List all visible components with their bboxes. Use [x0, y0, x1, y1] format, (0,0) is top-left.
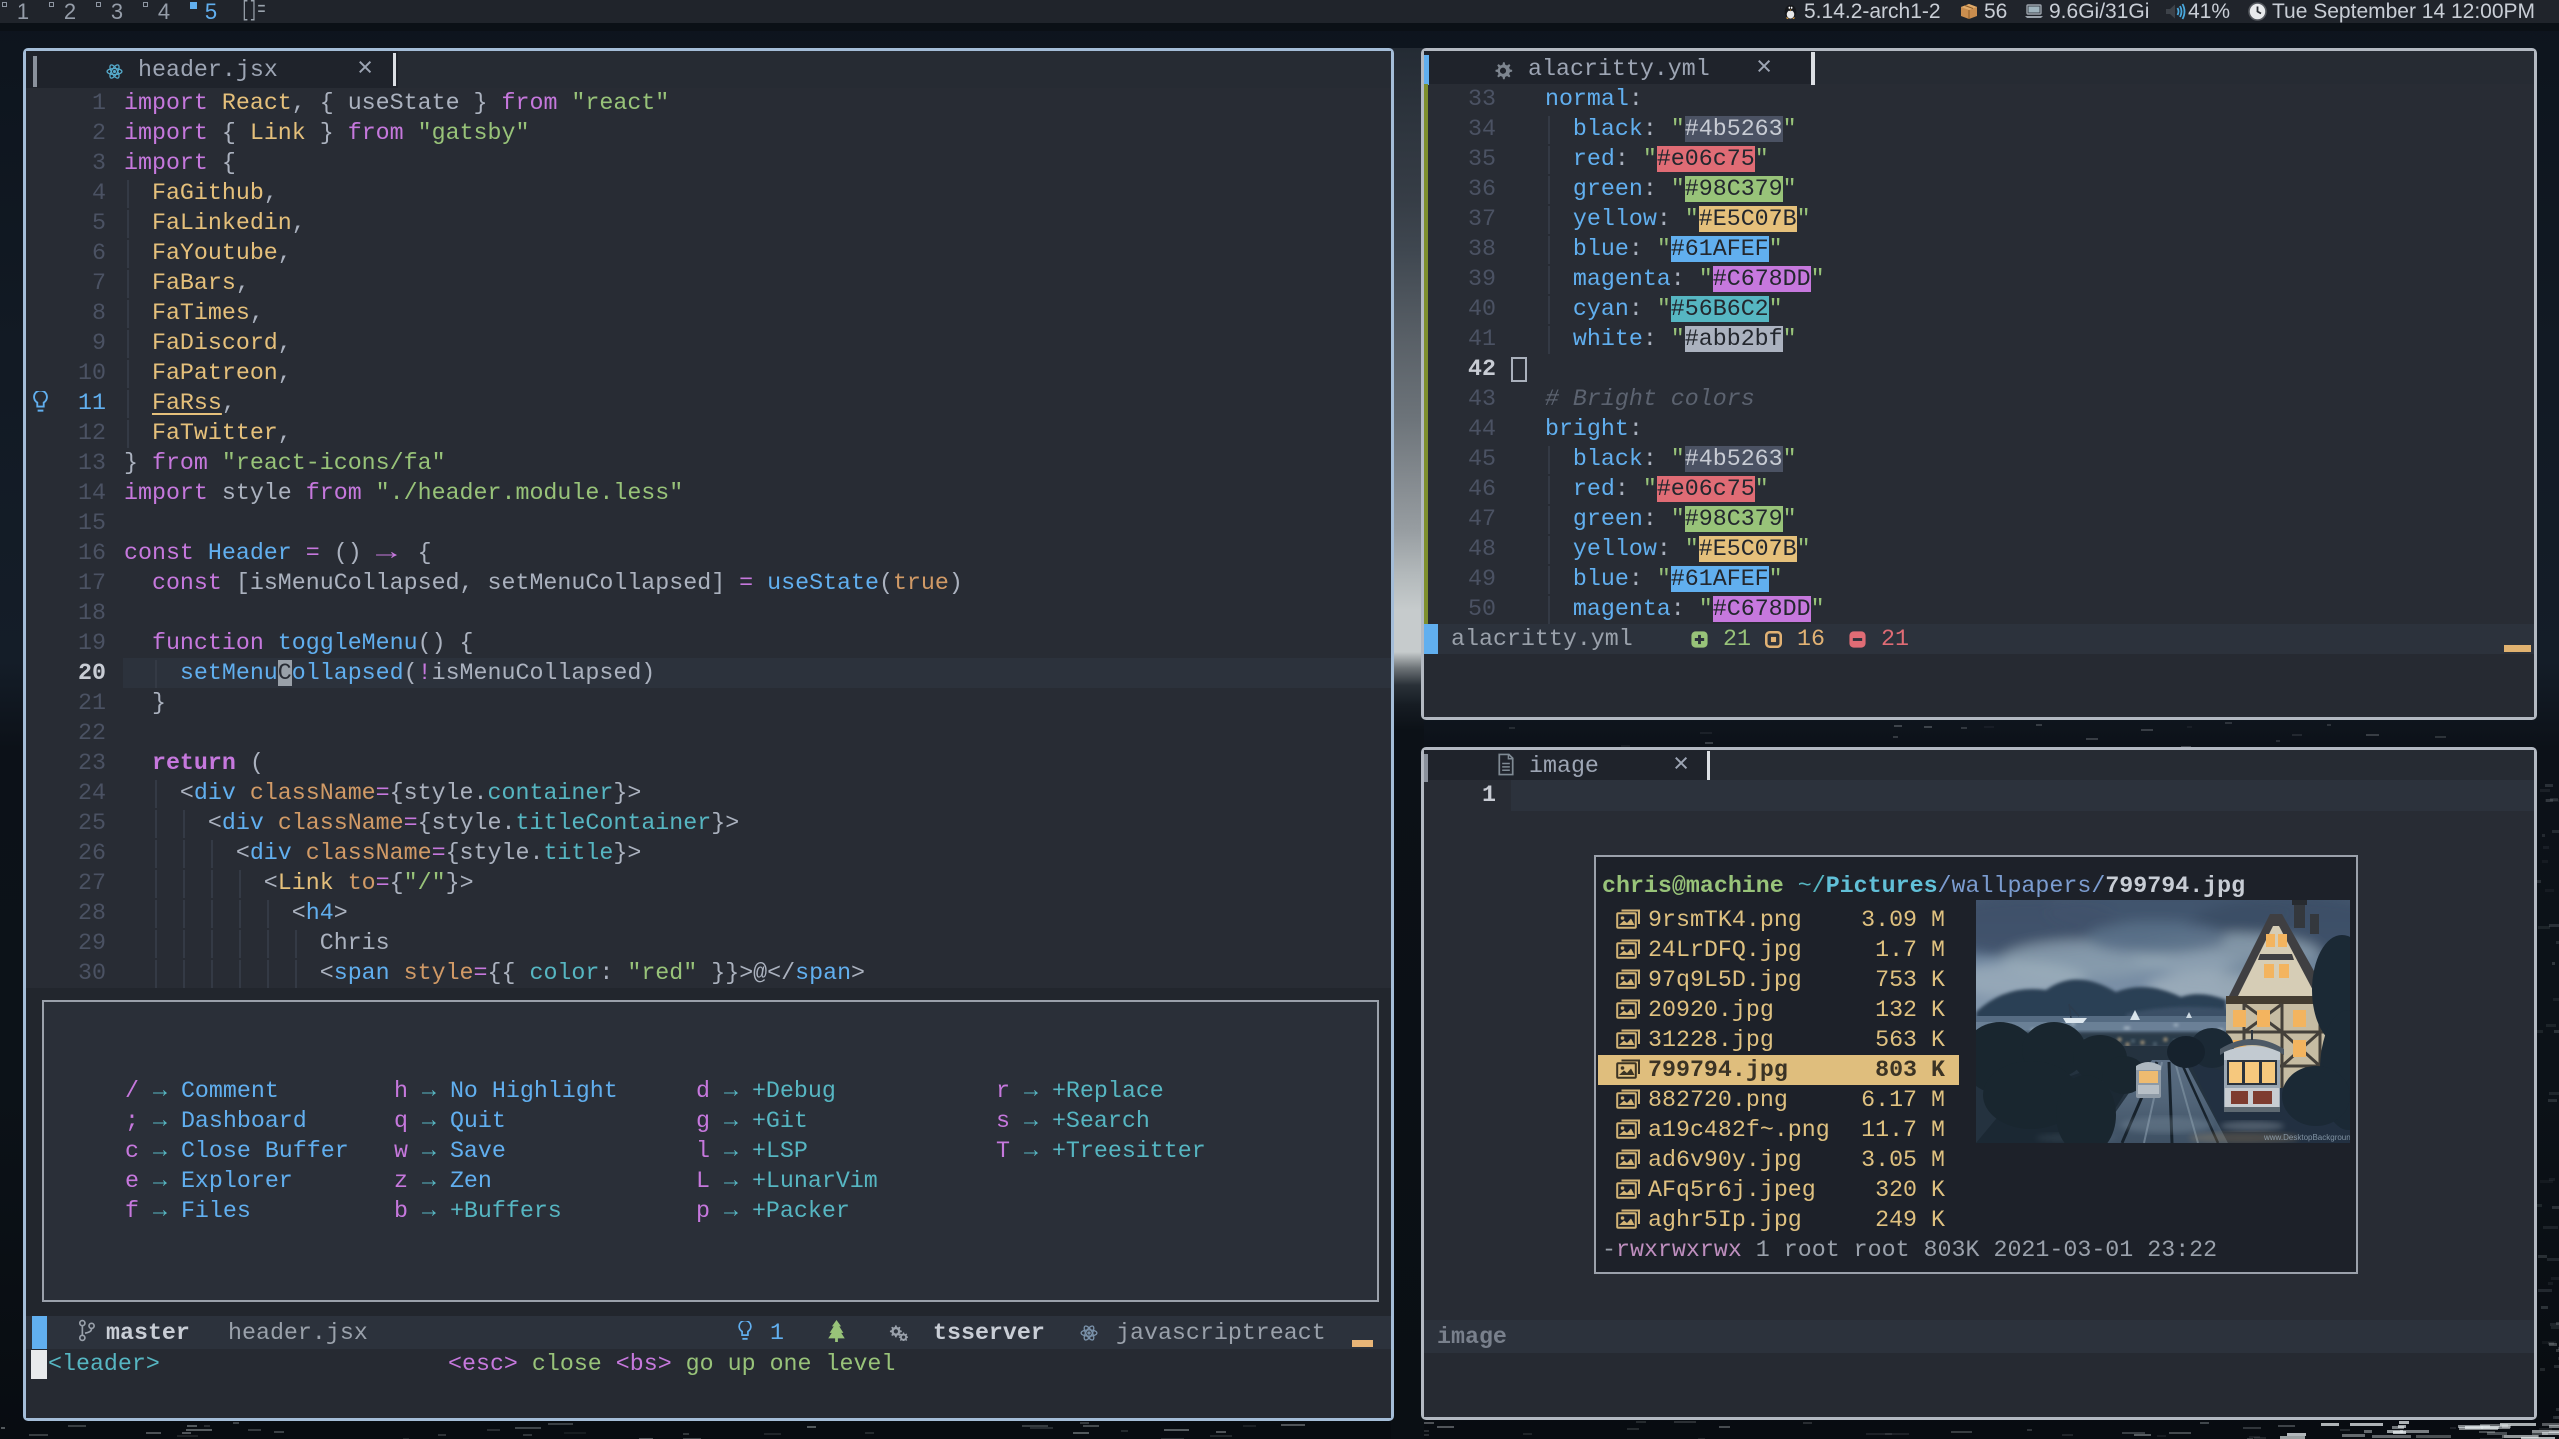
svg-text:www.DesktopBackground.org: www.DesktopBackground.org	[2263, 1133, 2350, 1142]
